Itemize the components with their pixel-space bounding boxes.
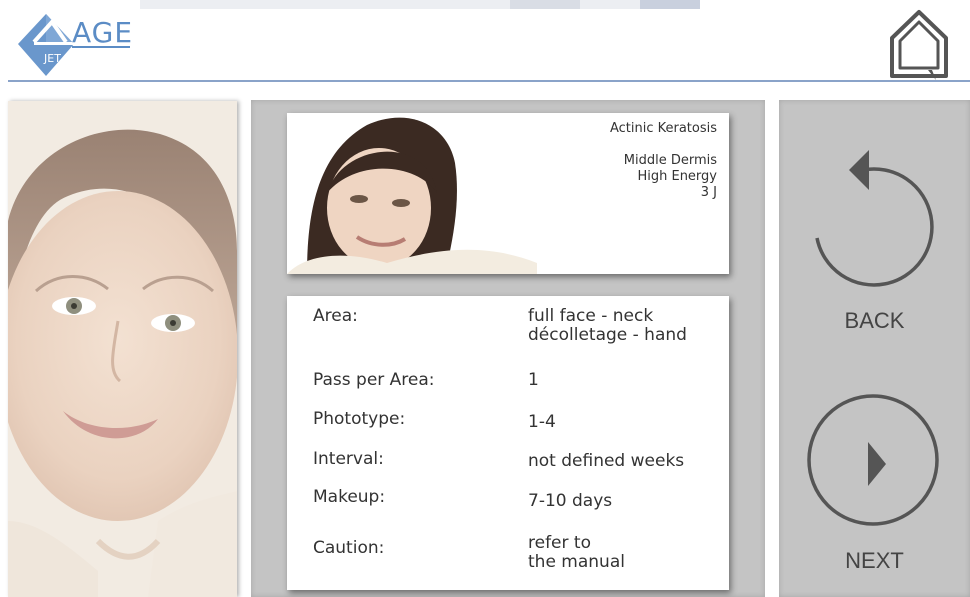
energy-value-label: 3 J bbox=[700, 185, 717, 200]
phototype-value: 1-4 bbox=[528, 412, 556, 432]
home-icon bbox=[890, 10, 948, 80]
portrait-illustration bbox=[8, 101, 237, 597]
pass-per-area-label: Pass per Area: bbox=[313, 370, 435, 390]
preview-portrait-image bbox=[287, 113, 537, 274]
makeup-label: Makeup: bbox=[313, 487, 386, 507]
area-value-line2: décolletage - hand bbox=[528, 325, 687, 345]
treatment-details-card: Area: full face - neck décolletage - han… bbox=[287, 296, 729, 590]
area-label: Area: bbox=[313, 306, 358, 326]
logo-text: AGE bbox=[72, 16, 134, 49]
interval-label: Interval: bbox=[313, 449, 384, 469]
play-next-icon bbox=[807, 394, 939, 526]
caution-value: refer to the manual bbox=[528, 534, 625, 572]
area-value-line1: full face - neck bbox=[528, 306, 654, 326]
navigation-panel: BACK NEXT bbox=[779, 100, 970, 597]
caution-value-line2: the manual bbox=[528, 552, 625, 572]
next-button[interactable]: NEXT bbox=[779, 390, 970, 590]
header-bar: AGE JET bbox=[0, 0, 970, 82]
treatment-preview-card: Actinic Keratosis Middle Dermis High Ene… bbox=[287, 113, 729, 274]
phototype-label: Phototype: bbox=[313, 409, 406, 429]
header-divider bbox=[8, 80, 970, 82]
indication-label: Actinic Keratosis bbox=[609, 121, 717, 136]
top-decoration bbox=[140, 0, 700, 9]
energy-level-label: High Energy bbox=[637, 169, 717, 184]
area-value: full face - neck décolletage - hand bbox=[528, 307, 687, 345]
interval-value: not defined weeks bbox=[528, 451, 685, 471]
logo-subtext: JET bbox=[44, 52, 61, 65]
agejet-logo: AGE JET bbox=[14, 10, 134, 82]
pass-per-area-value: 1 bbox=[528, 370, 539, 390]
back-arrow-icon bbox=[815, 150, 934, 287]
next-label: NEXT bbox=[845, 548, 904, 573]
makeup-value: 7-10 days bbox=[528, 491, 613, 511]
hero-face-image bbox=[8, 101, 237, 597]
back-label: BACK bbox=[844, 308, 905, 333]
back-button[interactable]: BACK bbox=[779, 140, 970, 340]
caution-label: Caution: bbox=[313, 538, 385, 558]
caution-value-line1: refer to bbox=[528, 533, 591, 553]
home-button[interactable] bbox=[888, 8, 950, 82]
treatment-summary: Actinic Keratosis Middle Dermis High Ene… bbox=[610, 121, 717, 201]
depth-label: Middle Dermis bbox=[623, 153, 717, 168]
